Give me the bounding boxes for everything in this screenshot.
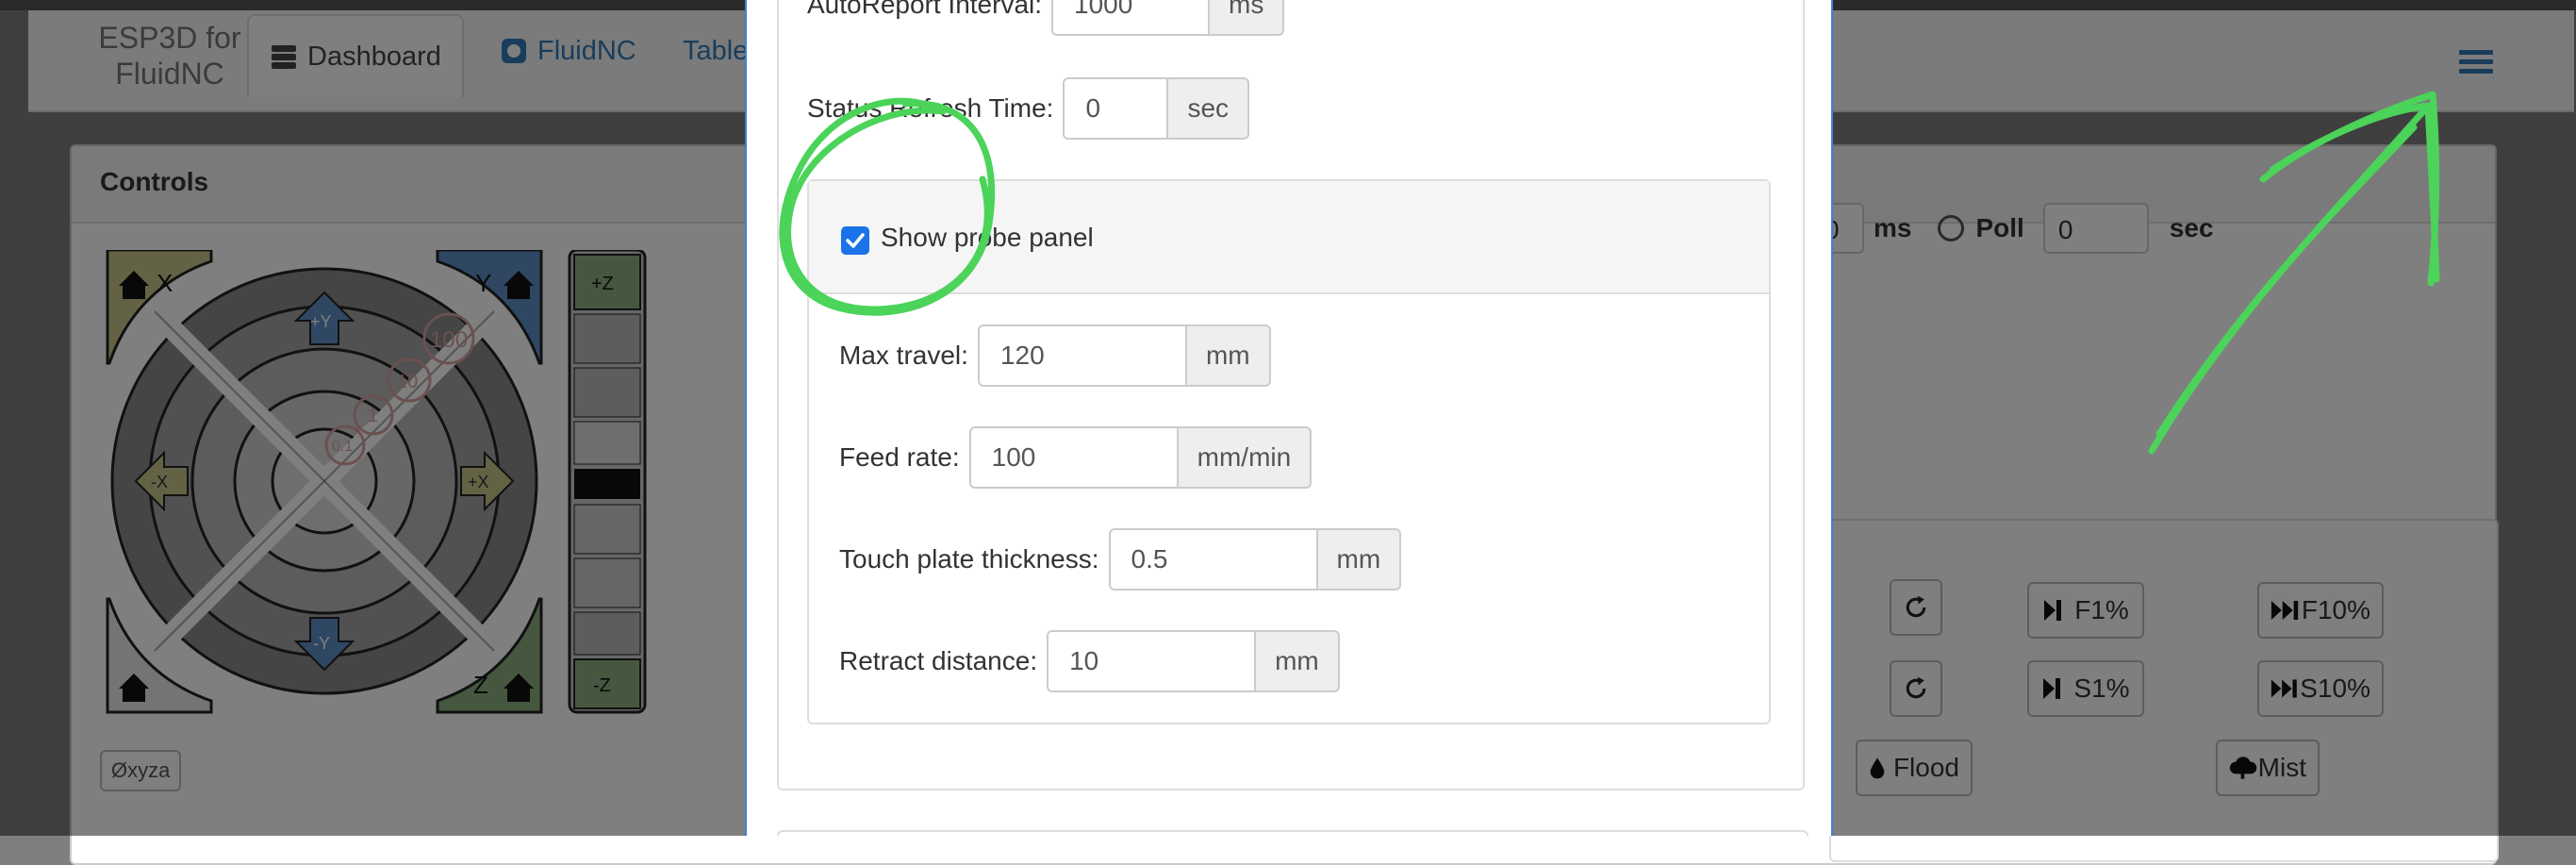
touch-plate-input[interactable]: 0.5 <box>1108 528 1318 591</box>
max-travel-label: Max travel: <box>839 341 968 370</box>
max-travel-row: Max travel: 120 mm <box>839 324 1271 387</box>
max-travel-input[interactable]: 120 <box>977 324 1187 387</box>
status-refresh-label: Status Refresh Time: <box>807 93 1054 123</box>
show-probe-checkbox[interactable] <box>841 226 869 255</box>
feed-rate-unit: mm/min <box>1178 426 1313 489</box>
autoreport-input[interactable]: 1000 <box>1051 0 1211 36</box>
status-refresh-row: Status Refresh Time: 0 sec <box>807 77 1250 140</box>
probe-settings-header: Show probe panel <box>809 181 1769 294</box>
touch-plate-label: Touch plate thickness: <box>839 544 1099 574</box>
touch-plate-row: Touch plate thickness: 0.5 mm <box>839 528 1402 591</box>
autoreport-label: AutoReport Interval: <box>807 0 1043 19</box>
feed-rate-label: Feed rate: <box>839 442 960 472</box>
retract-distance-label: Retract distance: <box>839 646 1038 675</box>
status-refresh-unit: sec <box>1168 77 1250 140</box>
next-settings-section <box>777 830 1808 836</box>
touch-plate-unit: mm <box>1317 528 1402 591</box>
max-travel-unit: mm <box>1186 324 1271 387</box>
retract-distance-unit: mm <box>1256 630 1340 692</box>
probe-settings-box: Show probe panel Max travel: 120 mm Feed… <box>807 179 1771 724</box>
feed-rate-input[interactable]: 100 <box>968 426 1179 489</box>
show-probe-label: Show probe panel <box>881 223 1094 252</box>
feed-rate-row: Feed rate: 100 mm/min <box>839 426 1313 489</box>
autoreport-row: AutoReport Interval: 1000 ms <box>807 0 1285 36</box>
settings-modal: AutoReport Interval: 1000 ms Status Refr… <box>745 0 1833 836</box>
retract-distance-row: Retract distance: 10 mm <box>839 630 1340 692</box>
retract-distance-input[interactable]: 10 <box>1047 630 1257 692</box>
status-refresh-input[interactable]: 0 <box>1063 77 1169 140</box>
checkmark-icon <box>846 233 865 248</box>
autoreport-unit: ms <box>1210 0 1285 36</box>
